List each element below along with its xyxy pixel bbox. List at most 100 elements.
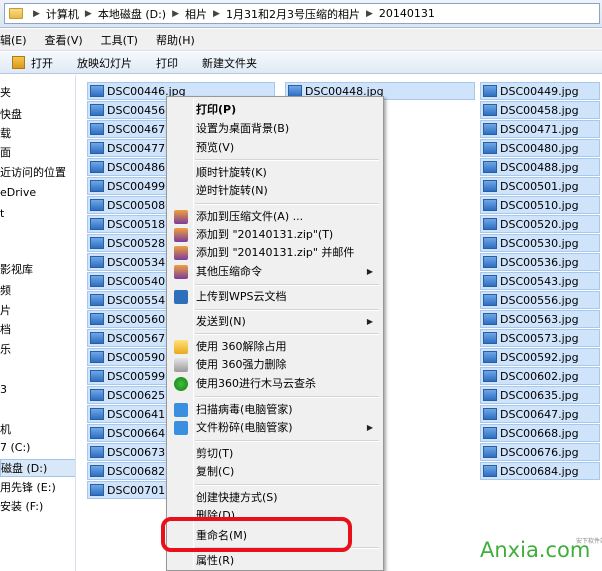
nav-item[interactable] xyxy=(0,225,75,243)
nav-item[interactable] xyxy=(0,401,75,419)
address-box[interactable]: ▶ 计算机 ▶ 本地磁盘 (D:) ▶ 相片 ▶ 1月31和2月3号压缩的相片 … xyxy=(4,3,600,24)
open-button[interactable]: 打开 xyxy=(0,55,65,71)
file-item[interactable]: DSC00536.jpg xyxy=(480,253,600,271)
breadcrumb-20140131[interactable]: 20140131 xyxy=(379,7,435,20)
chevron-right-icon[interactable]: ▶ xyxy=(33,9,40,19)
file-item[interactable]: DSC00471.jpg xyxy=(480,120,600,138)
file-item[interactable]: DSC00530.jpg xyxy=(480,234,600,252)
menu-item-scan-virus[interactable]: 扫描病毒(电脑管家) xyxy=(169,400,381,420)
print-button[interactable]: 打印 xyxy=(144,55,190,71)
file-item[interactable]: DSC00676.jpg xyxy=(480,443,600,461)
nav-item[interactable]: 影视库 xyxy=(0,261,75,279)
menu-separator xyxy=(195,333,379,335)
file-item[interactable]: DSC00501.jpg xyxy=(480,177,600,195)
image-file-icon xyxy=(483,465,497,477)
file-item[interactable]: DSC00449.jpg xyxy=(480,82,600,100)
menu-item-send-to[interactable]: 发送到(N) ▶ xyxy=(169,312,381,332)
nav-item[interactable]: eDrive xyxy=(0,184,75,202)
nav-item[interactable] xyxy=(0,361,75,379)
menu-item-set-wallpaper[interactable]: 设置为桌面背景(B) xyxy=(169,119,381,139)
chevron-right-icon[interactable]: ▶ xyxy=(366,9,373,19)
image-file-icon xyxy=(483,389,497,401)
menu-help[interactable]: 帮助(H) xyxy=(147,32,204,48)
360-shield-icon xyxy=(174,377,188,391)
menu-item-label: 逆时针旋转(N) xyxy=(196,184,268,197)
nav-item[interactable]: 安装 (F:) xyxy=(0,498,75,516)
file-item[interactable]: DSC00520.jpg xyxy=(480,215,600,233)
menu-item-file-shred[interactable]: 文件粉碎(电脑管家) ▶ xyxy=(169,418,381,438)
menu-item-label: 属性(R) xyxy=(196,554,235,567)
breadcrumb-drive-d[interactable]: 本地磁盘 (D:) xyxy=(98,6,166,22)
image-file-icon xyxy=(90,370,104,382)
nav-item[interactable]: 机 xyxy=(0,421,75,439)
nav-item[interactable]: 3 xyxy=(0,381,75,399)
breadcrumb-photos[interactable]: 相片 xyxy=(185,6,207,22)
file-item[interactable]: DSC00592.jpg xyxy=(480,348,600,366)
menu-item-360-unlock[interactable]: 使用 360解除占用 xyxy=(169,337,381,357)
menu-item-create-shortcut[interactable]: 创建快捷方式(S) xyxy=(169,488,381,508)
breadcrumb-compressed-photos[interactable]: 1月31和2月3号压缩的相片 xyxy=(226,6,360,22)
menu-item-upload-wps[interactable]: 上传到WPS云文档 xyxy=(169,287,381,307)
menu-item-rotate-clockwise[interactable]: 顺时针旋转(K) xyxy=(169,163,381,183)
nav-item[interactable]: t xyxy=(0,205,75,223)
image-file-icon xyxy=(483,85,497,97)
menu-item-copy[interactable]: 复制(C) xyxy=(169,462,381,482)
slideshow-button[interactable]: 放映幻灯片 xyxy=(65,55,144,71)
menu-item-preview[interactable]: 预览(V) xyxy=(169,138,381,158)
nav-item[interactable]: 7 (C:) xyxy=(0,439,75,457)
file-item[interactable]: DSC00563.jpg xyxy=(480,310,600,328)
nav-item[interactable] xyxy=(0,518,75,536)
file-item[interactable]: DSC00458.jpg xyxy=(480,101,600,119)
menu-item-360-force-delete[interactable]: 使用 360强力删除 xyxy=(169,355,381,375)
file-item[interactable]: DSC00684.jpg xyxy=(480,462,600,480)
file-item[interactable]: DSC00602.jpg xyxy=(480,367,600,385)
nav-item[interactable]: 载 xyxy=(0,125,75,143)
file-name: DSC00573.jpg xyxy=(500,331,579,345)
menu-item-add-to-zip-and-email[interactable]: 添加到 "20140131.zip" 并邮件 xyxy=(169,243,381,263)
breadcrumb-computer[interactable]: 计算机 xyxy=(46,6,79,22)
file-item[interactable]: DSC00556.jpg xyxy=(480,291,600,309)
file-item[interactable]: DSC00647.jpg xyxy=(480,405,600,423)
file-item[interactable]: DSC00635.jpg xyxy=(480,386,600,404)
nav-item[interactable]: 乐 xyxy=(0,341,75,359)
menu-item-rotate-counterclockwise[interactable]: 逆时针旋转(N) xyxy=(169,181,381,201)
menu-item-add-to-archive[interactable]: 添加到压缩文件(A) ... xyxy=(169,207,381,227)
chevron-right-icon[interactable]: ▶ xyxy=(213,9,220,19)
menu-item-properties[interactable]: 属性(R) xyxy=(169,551,381,571)
menu-item-cut[interactable]: 剪切(T) xyxy=(169,444,381,464)
nav-item[interactable]: 夹 xyxy=(0,84,75,102)
nav-item[interactable]: 快盘 xyxy=(0,106,75,124)
file-item[interactable]: DSC00488.jpg xyxy=(480,158,600,176)
nav-item[interactable]: 频 xyxy=(0,282,75,300)
nav-item[interactable]: 面 xyxy=(0,144,75,162)
image-file-icon xyxy=(483,351,497,363)
menu-view[interactable]: 查看(V) xyxy=(36,32,92,48)
menu-tools[interactable]: 工具(T) xyxy=(92,32,147,48)
image-file-icon xyxy=(483,332,497,344)
nav-item[interactable]: 片 xyxy=(0,302,75,320)
menu-item-label: 顺时针旋转(K) xyxy=(196,166,267,179)
chevron-right-icon[interactable]: ▶ xyxy=(85,9,92,19)
file-item[interactable]: DSC00510.jpg xyxy=(480,196,600,214)
file-item[interactable]: DSC00480.jpg xyxy=(480,139,600,157)
file-item[interactable]: DSC00543.jpg xyxy=(480,272,600,290)
nav-item[interactable]: 档 xyxy=(0,321,75,339)
chevron-right-icon[interactable]: ▶ xyxy=(172,9,179,19)
image-file-icon xyxy=(90,351,104,363)
file-item[interactable]: DSC00573.jpg xyxy=(480,329,600,347)
nav-item[interactable]: 近访问的位置 xyxy=(0,164,75,182)
menu-item-print[interactable]: 打印(P) xyxy=(169,100,381,120)
menu-item-360-trojan-scan[interactable]: 使用360进行木马云查杀 xyxy=(169,374,381,394)
menu-edit[interactable]: 辑(E) xyxy=(0,32,36,48)
file-name: DSC00510.jpg xyxy=(500,198,579,212)
file-item[interactable]: DSC00668.jpg xyxy=(480,424,600,442)
image-file-icon xyxy=(483,427,497,439)
nav-item[interactable]: 磁盘 (D:) xyxy=(0,459,75,477)
menu-item-add-to-zip[interactable]: 添加到 "20140131.zip"(T) xyxy=(169,225,381,245)
file-name: DSC00668.jpg xyxy=(500,426,579,440)
new-folder-button[interactable]: 新建文件夹 xyxy=(190,55,269,71)
menu-item-delete[interactable]: 删除(D) xyxy=(169,506,381,526)
menu-item-rename[interactable]: 重命名(M) xyxy=(169,526,381,546)
nav-item[interactable]: 用先锋 (E:) xyxy=(0,479,75,497)
menu-item-other-compress[interactable]: 其他压缩命令 ▶ xyxy=(169,262,381,282)
